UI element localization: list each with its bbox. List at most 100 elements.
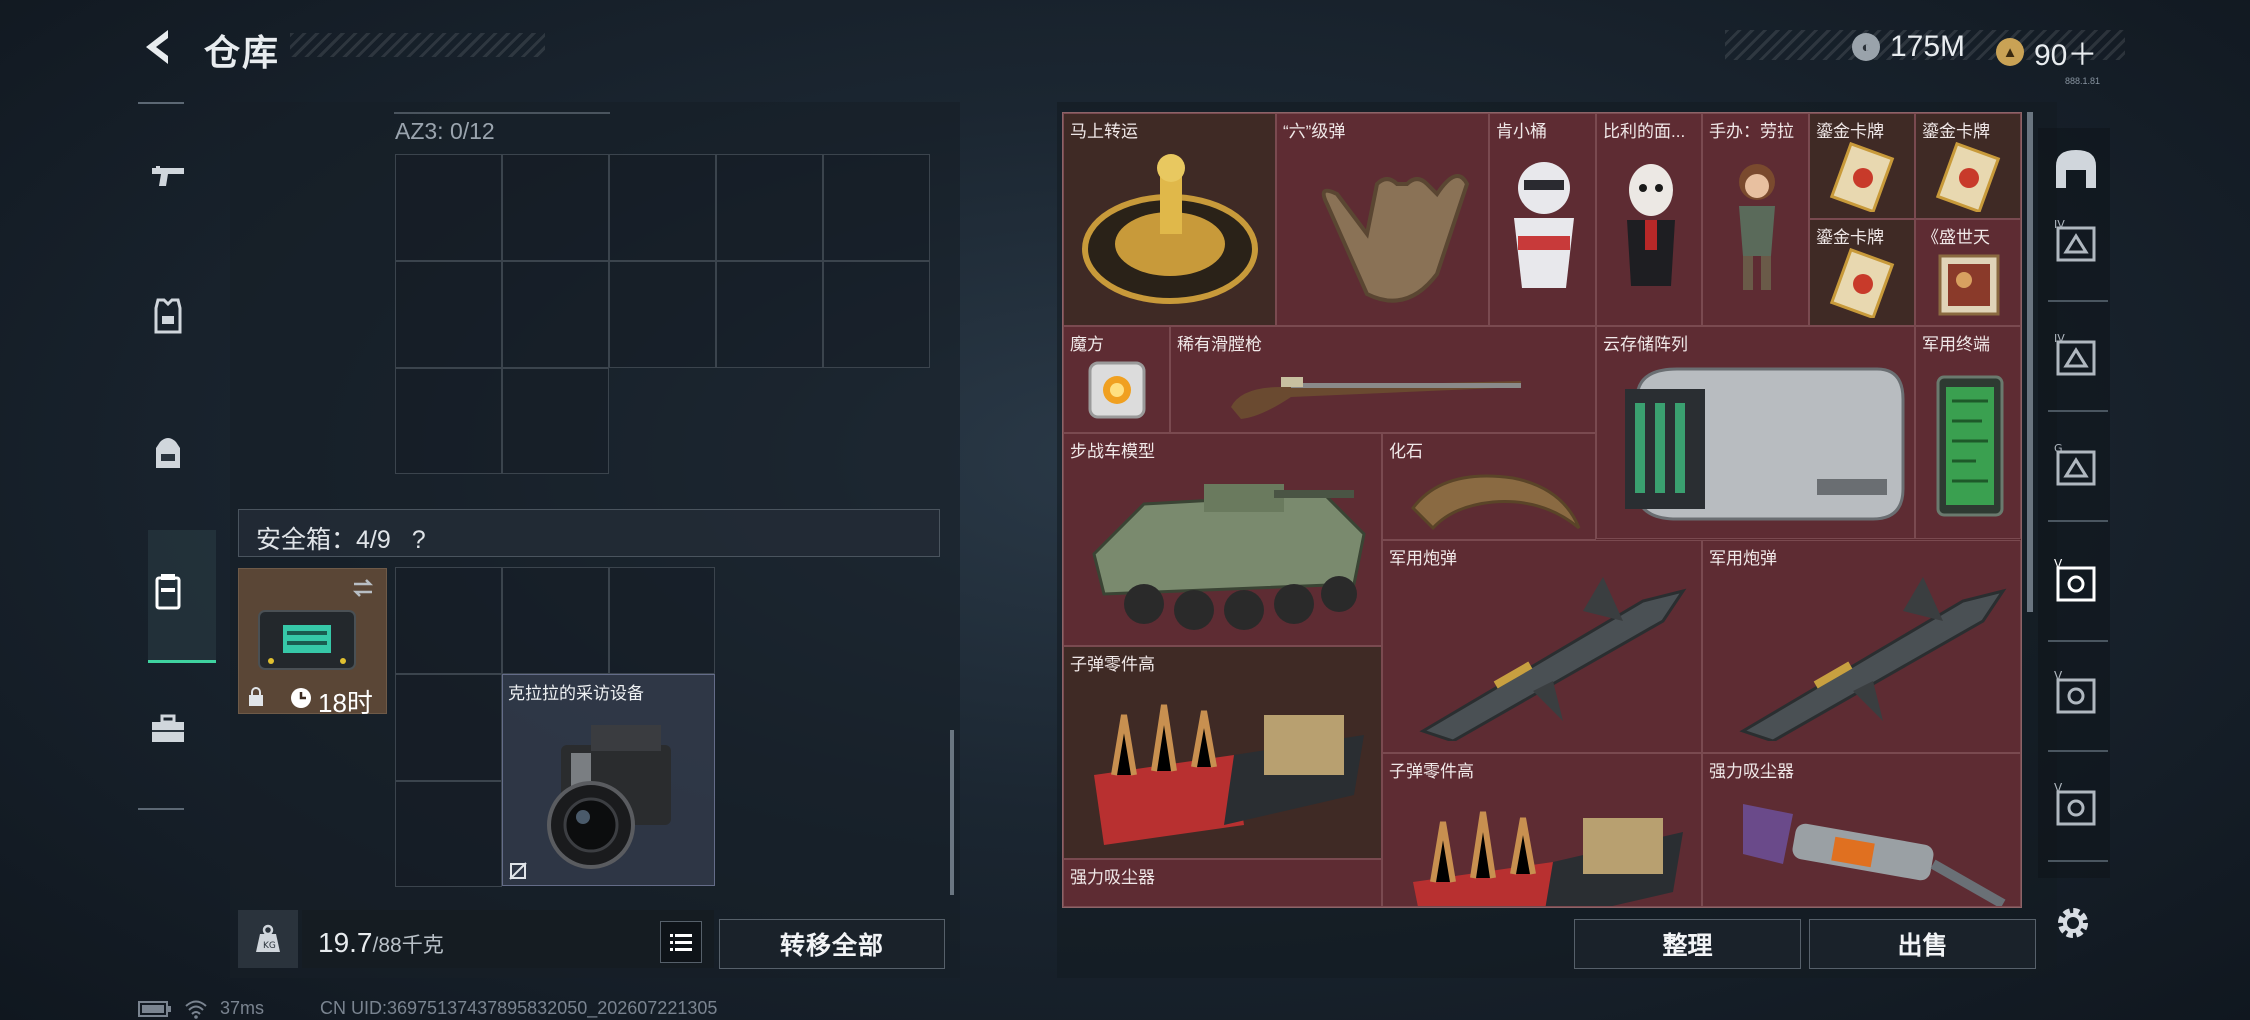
- safebox-capacity-label: 安全箱：4/9: [256, 526, 391, 554]
- item-six-bullet[interactable]: “六”级弹: [1276, 113, 1489, 326]
- grid-cell[interactable]: [609, 261, 716, 368]
- musket-icon: [1231, 377, 1521, 419]
- item-musket[interactable]: 稀有滑膛枪: [1170, 326, 1596, 433]
- coin-silver-icon: ◐: [1852, 33, 1880, 61]
- grid-cell[interactable]: [395, 154, 502, 261]
- backpack-icon[interactable]: [146, 432, 190, 476]
- item-cube[interactable]: 魔方: [1063, 326, 1170, 433]
- help-icon[interactable]: ?: [412, 526, 426, 554]
- version-text: 888.1.81: [2065, 76, 2101, 86]
- weight-lock-button[interactable]: KG: [238, 910, 298, 968]
- gold-card-icon: [1935, 142, 2001, 212]
- storage-page-6-icon[interactable]: G: [2050, 440, 2102, 492]
- list-view-button[interactable]: [660, 921, 702, 963]
- grid-cell[interactable]: [502, 154, 609, 261]
- item-lucky-wheel[interactable]: 马上转运: [1063, 113, 1276, 326]
- grid-cell[interactable]: [395, 261, 502, 368]
- pistol-icon[interactable]: [146, 156, 190, 200]
- item-gold-card[interactable]: 鎏金卡牌: [1809, 219, 1915, 326]
- item-cloud-storage[interactable]: 云存储阵列: [1596, 326, 1915, 539]
- swap-icon[interactable]: [350, 577, 376, 599]
- vacuum-cleaner-icon: [1743, 804, 2006, 906]
- currency-silver[interactable]: ◐ 175M: [1852, 30, 1965, 64]
- storage-page-5-active-icon[interactable]: V: [2050, 556, 2102, 608]
- artillery-shell-icon: [1419, 577, 1687, 741]
- safebox-item[interactable]: 18时: [238, 568, 387, 718]
- safebox-device-icon: [258, 610, 356, 670]
- item-label: 鎏金卡牌: [1816, 228, 1884, 247]
- item-label: 军用炮弹: [1389, 549, 1457, 568]
- grid-cell[interactable]: [609, 154, 716, 261]
- weight-current: 19.7: [318, 927, 373, 958]
- item-label: 手办：劳拉: [1709, 122, 1794, 141]
- terminal-icon: [1936, 375, 2004, 517]
- grid-top-edge: [394, 104, 610, 114]
- item-gold-card[interactable]: 鎏金卡牌: [1915, 113, 2021, 219]
- grid-cell[interactable]: [395, 567, 502, 674]
- item-ifv-model[interactable]: 步战车模型: [1063, 433, 1382, 646]
- grid-cell[interactable]: [716, 154, 823, 261]
- item-label: 军用炮弹: [1709, 549, 1777, 568]
- item-bullet-parts[interactable]: 子弹零件高: [1382, 753, 1702, 907]
- back-arrow-icon[interactable]: [138, 26, 180, 68]
- vest-icon[interactable]: [146, 294, 190, 338]
- title-decoration: [290, 33, 545, 57]
- lock-icon: [249, 687, 263, 706]
- az3-grid: [395, 154, 930, 474]
- item-label: “六”级弹: [1283, 122, 1346, 141]
- svg-text:V: V: [2054, 781, 2063, 795]
- safebox-timer: 18时: [318, 688, 373, 718]
- item-lara-figure[interactable]: 手办：劳拉: [1702, 113, 1809, 326]
- item-vacuum[interactable]: 强力吸尘器: [1063, 859, 1382, 907]
- item-gold-card[interactable]: 鎏金卡牌: [1809, 113, 1915, 219]
- grid-cell[interactable]: [395, 674, 502, 781]
- grid-cell[interactable]: [395, 368, 502, 474]
- grid-cell[interactable]: [502, 368, 609, 474]
- currency-gold[interactable]: ▲ 90＋: [1996, 30, 2097, 74]
- item-camera[interactable]: [502, 674, 715, 886]
- safebox-capacity-row: 安全箱：4/9 ?: [256, 520, 426, 556]
- settings-gear-icon[interactable]: [2052, 902, 2094, 944]
- grid-cell[interactable]: [716, 261, 823, 368]
- grid-cell[interactable]: [609, 567, 715, 674]
- item-bucket-figure[interactable]: 肯小桶: [1489, 113, 1596, 326]
- item-artillery-shell[interactable]: 军用炮弹: [1382, 540, 1702, 753]
- storage-grid: 马上转运 “六”级弹 肯小桶 比利的面... 手办：劳拉 鎏金卡牌 鎏金卡牌 鎏…: [1062, 112, 2022, 908]
- sell-button[interactable]: 出售: [1809, 919, 2036, 969]
- item-vacuum[interactable]: 强力吸尘器: [1702, 753, 2021, 907]
- item-bullet-parts[interactable]: 子弹零件高: [1063, 646, 1382, 859]
- toolbox-icon[interactable]: [146, 708, 190, 752]
- item-label: 《盛世天: [1922, 228, 1990, 247]
- svg-text:V: V: [2054, 557, 2063, 571]
- grid-cell[interactable]: [395, 781, 502, 887]
- grid-cell[interactable]: [823, 154, 930, 261]
- storage-page-5c-icon[interactable]: V: [2050, 780, 2102, 832]
- no-insure-icon: [509, 862, 527, 880]
- storage-page-5b-icon[interactable]: V: [2050, 668, 2102, 720]
- item-military-terminal[interactable]: 军用终端: [1915, 326, 2021, 539]
- storage-page-4b-icon[interactable]: IV: [2050, 330, 2102, 382]
- storage-home-icon[interactable]: [2050, 144, 2102, 196]
- server-array-icon: [1625, 367, 1905, 521]
- item-painting[interactable]: 《盛世天: [1915, 219, 2021, 326]
- container-scrollbar[interactable]: [950, 730, 954, 895]
- storage-page-4-icon[interactable]: IV: [2050, 216, 2102, 268]
- page-title: 仓库: [204, 32, 281, 73]
- item-artillery-shell[interactable]: 军用炮弹: [1702, 540, 2021, 753]
- transfer-all-button[interactable]: 转移全部: [719, 919, 945, 969]
- uid-text: CN UID:3697513743789583​2050_20260722130…: [320, 998, 718, 1018]
- ping-text: 37ms: [220, 998, 265, 1018]
- grid-cell[interactable]: [502, 567, 609, 674]
- storage-scrollbar[interactable]: [2027, 112, 2033, 612]
- grid-cell[interactable]: [502, 261, 609, 368]
- safebox-icon[interactable]: [146, 570, 190, 614]
- item-label: 子弹零件高: [1389, 762, 1474, 781]
- item-label: 魔方: [1070, 335, 1104, 354]
- sort-button[interactable]: 整理: [1574, 919, 1801, 969]
- item-billy-mask[interactable]: 比利的面...: [1596, 113, 1702, 326]
- item-fossil[interactable]: 化石: [1382, 433, 1596, 540]
- grid-cell[interactable]: [823, 261, 930, 368]
- weight-icon: KG: [256, 924, 280, 952]
- svg-text:V: V: [2054, 669, 2063, 683]
- svg-text:KG: KG: [263, 941, 276, 951]
